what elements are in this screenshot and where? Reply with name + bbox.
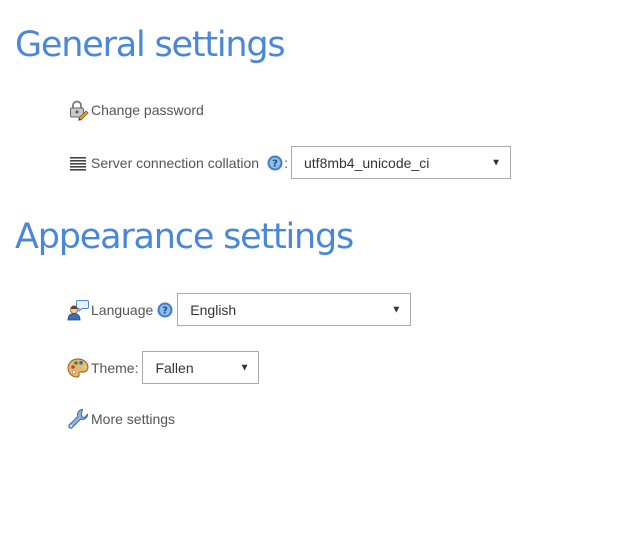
more-settings-label: More settings xyxy=(91,411,176,427)
more-settings-link[interactable]: More settings xyxy=(67,408,175,430)
collation-row: Server connection collation ? : utf8mb4_… xyxy=(67,146,511,179)
dropdown-arrow-icon: ▼ xyxy=(491,157,501,168)
language-select[interactable]: English ▼ xyxy=(177,293,412,326)
theme-label: Theme: xyxy=(91,359,139,376)
collation-label: Server connection collation xyxy=(91,154,260,171)
appearance-settings-heading: Appearance settings xyxy=(15,217,354,257)
language-label: Language xyxy=(91,301,154,318)
theme-select[interactable]: Fallen ▼ xyxy=(142,351,260,384)
change-password-label: Change password xyxy=(91,102,204,118)
settings-page: General settings Change password Server … xyxy=(0,0,633,543)
svg-text:?: ? xyxy=(162,305,168,316)
help-icon[interactable]: ? xyxy=(157,302,173,318)
theme-row: Theme: Fallen ▼ xyxy=(67,351,260,384)
dropdown-arrow-icon: ▼ xyxy=(391,304,402,315)
wrench-icon xyxy=(67,408,89,430)
dropdown-arrow-icon: ▼ xyxy=(239,362,250,373)
change-password-link[interactable]: Change password xyxy=(67,99,204,121)
collation-colon: : xyxy=(284,154,288,171)
lock-pencil-icon xyxy=(67,99,89,121)
general-settings-heading: General settings xyxy=(15,25,286,65)
collation-select-value: utf8mb4_unicode_ci xyxy=(304,154,430,171)
user-speech-icon xyxy=(67,299,89,321)
theme-select-value: Fallen xyxy=(155,359,194,376)
list-icon xyxy=(67,152,89,174)
collation-select[interactable]: utf8mb4_unicode_ci ▼ xyxy=(291,146,511,179)
svg-text:?: ? xyxy=(272,158,278,169)
language-row: Language ? English ▼ xyxy=(67,293,412,326)
palette-icon xyxy=(67,357,89,379)
language-select-value: English xyxy=(190,301,237,318)
help-icon[interactable]: ? xyxy=(267,155,283,171)
